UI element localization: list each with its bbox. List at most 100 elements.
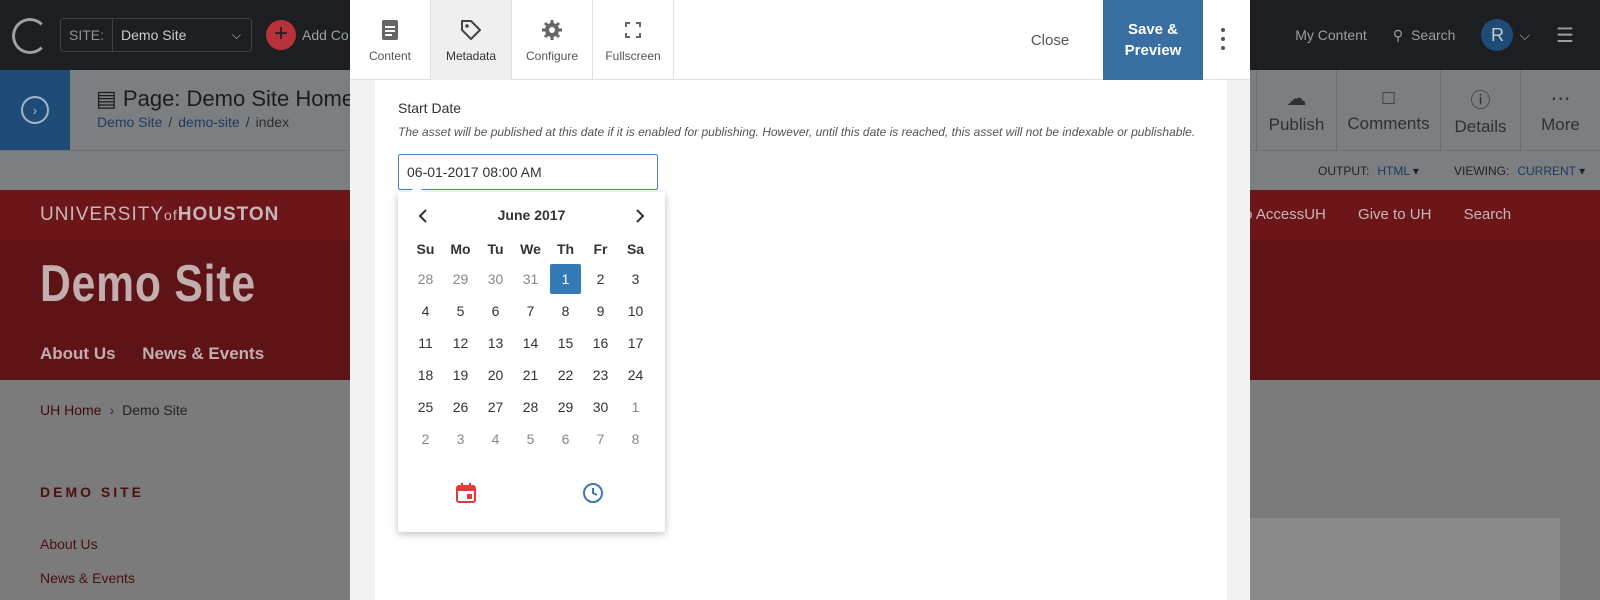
plus-icon: + — [266, 20, 296, 50]
calendar-day[interactable]: 1 — [618, 392, 653, 422]
calendar-day[interactable]: 4 — [478, 424, 513, 454]
chevron-right-icon[interactable] — [629, 206, 649, 226]
university-logo[interactable]: UNIVERSITYofHOUSTON — [40, 204, 279, 226]
calendar-day[interactable]: 28 — [408, 264, 443, 294]
calendar-day[interactable]: 24 — [618, 360, 653, 390]
calendar-day[interactable]: 14 — [513, 328, 548, 358]
global-search[interactable]: ⚲ Search — [1393, 27, 1456, 44]
publish-label: Publish — [1268, 114, 1325, 134]
calendar-day[interactable]: 20 — [478, 360, 513, 390]
tab-fullscreen[interactable]: Fullscreen — [593, 0, 674, 80]
calendar-day[interactable]: 21 — [513, 360, 548, 390]
calendar-day[interactable]: 3 — [443, 424, 478, 454]
weekday-label: Tu — [487, 241, 504, 257]
calendar-day-selected[interactable]: 1 — [550, 264, 581, 294]
site-selector-value: Demo Site — [121, 27, 187, 43]
clock-icon[interactable] — [582, 482, 606, 506]
calendar-day[interactable]: 4 — [408, 296, 443, 326]
nav-about-us[interactable]: About Us — [40, 344, 116, 363]
calendar-day[interactable]: 8 — [618, 424, 653, 454]
accessuh-link[interactable]: to AccessUH — [1240, 206, 1326, 223]
details-button[interactable]: ⓘ Details — [1440, 70, 1520, 150]
calendar-day[interactable]: 27 — [478, 392, 513, 422]
more-button[interactable]: ⋯ More — [1520, 70, 1600, 150]
calendar-day[interactable]: 23 — [583, 360, 618, 390]
side-link-news-events[interactable]: News & Events — [40, 570, 135, 586]
save-preview-button[interactable]: Save & Preview — [1103, 0, 1203, 80]
my-content-link[interactable]: My Content — [1295, 27, 1367, 43]
breadcrumb-item[interactable]: demo-site — [178, 114, 239, 130]
chevron-right-icon: › — [21, 96, 49, 124]
edit-modal: Content Metadata Configure Fullscreen Cl… — [350, 0, 1250, 600]
output-label: OUTPUT: — [1318, 164, 1370, 178]
info-icon: ⓘ — [1470, 89, 1491, 112]
calendar-day[interactable]: 30 — [583, 392, 618, 422]
calendar-day[interactable]: 7 — [583, 424, 618, 454]
calendar-day[interactable]: 30 — [478, 264, 513, 294]
sidebar-toggle[interactable]: › — [0, 70, 70, 150]
tab-metadata[interactable]: Metadata — [431, 0, 512, 80]
more-icon: ⋯ — [1550, 87, 1571, 110]
side-link-about-us[interactable]: About Us — [40, 536, 135, 552]
calendar-day[interactable]: 6 — [478, 296, 513, 326]
breadcrumb-item[interactable]: Demo Site — [97, 114, 162, 130]
calendar-icon[interactable] — [455, 482, 479, 506]
close-button[interactable]: Close — [1010, 0, 1090, 80]
calendar-day[interactable]: 29 — [443, 264, 478, 294]
search-icon: ⚲ — [1392, 26, 1404, 43]
user-menu[interactable]: R ⌵ — [1481, 19, 1530, 51]
site-search-link[interactable]: Search — [1464, 206, 1512, 223]
calendar-day[interactable]: 3 — [618, 264, 653, 294]
tag-icon — [460, 17, 482, 43]
nav-news-events[interactable]: News & Events — [142, 344, 264, 363]
calendar-day[interactable]: 29 — [548, 392, 583, 422]
calendar-day[interactable]: 2 — [583, 264, 618, 294]
calendar-day[interactable]: 8 — [548, 296, 583, 326]
calendar-month-title[interactable]: June 2017 — [398, 207, 665, 223]
comments-button[interactable]: □ Comments — [1336, 70, 1440, 150]
tab-content[interactable]: Content — [350, 0, 431, 80]
calendar-day[interactable]: 19 — [443, 360, 478, 390]
calendar-day[interactable]: 31 — [513, 264, 548, 294]
calendar-week-row: 11 12 13 14 15 16 17 — [408, 328, 653, 360]
calendar-day[interactable]: 6 — [548, 424, 583, 454]
viewing-label: VIEWING: — [1454, 164, 1510, 178]
hamburger-menu-icon[interactable]: ☰ — [1556, 23, 1574, 48]
publish-button[interactable]: ☁ Publish — [1256, 70, 1336, 150]
calendar-day[interactable]: 26 — [443, 392, 478, 422]
calendar-day[interactable]: 5 — [513, 424, 548, 454]
uh-home-link[interactable]: UH Home — [40, 402, 101, 418]
viewing-selector[interactable]: VIEWING: CURRENT ▾ — [1454, 164, 1585, 178]
calendar-day[interactable]: 11 — [408, 328, 443, 358]
calendar-day[interactable]: 22 — [548, 360, 583, 390]
chevron-down-icon: ⌵ — [1519, 26, 1531, 43]
calendar-day[interactable]: 28 — [513, 392, 548, 422]
calendar-day[interactable]: 12 — [443, 328, 478, 358]
calendar-day[interactable]: 13 — [478, 328, 513, 358]
give-link[interactable]: Give to UH — [1358, 206, 1431, 223]
more-options-icon[interactable] — [1218, 28, 1228, 50]
calendar-day[interactable]: 5 — [443, 296, 478, 326]
breadcrumb-current: index — [255, 114, 290, 130]
calendar-day[interactable]: 10 — [618, 296, 653, 326]
calendar-day[interactable]: 2 — [408, 424, 443, 454]
weekday-label: Mo — [450, 241, 471, 257]
site-nav: About Us News & Events — [40, 344, 286, 364]
calendar-day[interactable]: 25 — [408, 392, 443, 422]
output-selector[interactable]: OUTPUT: HTML ▾ — [1318, 164, 1419, 178]
viewing-value: CURRENT — [1517, 164, 1576, 178]
calendar-day[interactable]: 16 — [583, 328, 618, 358]
comment-icon: □ — [1382, 86, 1395, 109]
calendar-day[interactable]: 18 — [408, 360, 443, 390]
start-date-input[interactable] — [398, 154, 658, 190]
page-title-text: Page: Demo Site Home — [122, 86, 355, 111]
cms-logo-icon[interactable] — [12, 18, 48, 54]
calendar-day[interactable]: 17 — [618, 328, 653, 358]
calendar-week-row: 18 19 20 21 22 23 24 — [408, 360, 653, 392]
calendar-day[interactable]: 15 — [548, 328, 583, 358]
calendar-day[interactable]: 7 — [513, 296, 548, 326]
calendar-day[interactable]: 9 — [583, 296, 618, 326]
tab-configure[interactable]: Configure — [512, 0, 593, 80]
site-selector[interactable]: SITE: Demo Site ⌵ — [60, 18, 252, 52]
add-content-button[interactable]: + Add Co — [266, 20, 349, 50]
